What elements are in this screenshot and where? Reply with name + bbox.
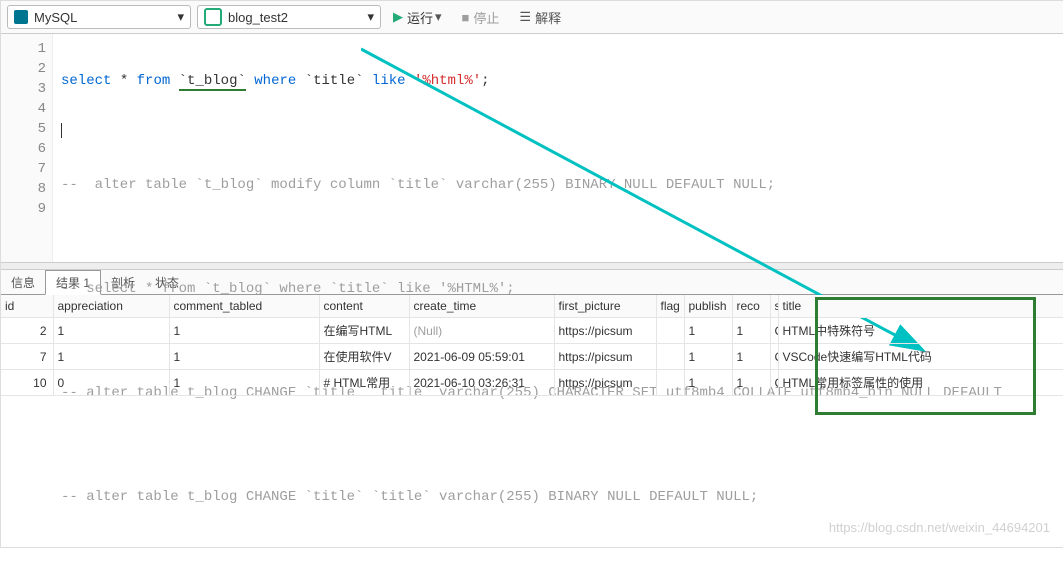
- cell[interactable]: 1: [169, 344, 319, 370]
- line-gutter: 1 2 3 4 5 6 7 8 9: [1, 34, 53, 262]
- code-line: -- alter table `t_blog` modify column `t…: [61, 175, 1063, 195]
- cell[interactable]: 1: [53, 344, 169, 370]
- line-number: 8: [1, 179, 46, 199]
- engine-select[interactable]: MySQL ▾: [7, 5, 191, 29]
- stop-label: 停止: [473, 8, 499, 27]
- explain-button[interactable]: ☰ 解释: [513, 6, 567, 28]
- cell[interactable]: 1: [684, 370, 732, 396]
- cell-null[interactable]: (Null): [409, 318, 554, 344]
- cell[interactable]: 1: [684, 344, 732, 370]
- code-line: -- alter table t_blog CHANGE `title` `ti…: [61, 487, 1063, 507]
- cell[interactable]: 2021-06-10 03:26:31: [409, 370, 554, 396]
- cell[interactable]: 1: [169, 370, 319, 396]
- cell[interactable]: 1: [169, 318, 319, 344]
- code-line: [61, 435, 1063, 455]
- chevron-down-icon: ▾: [435, 9, 442, 25]
- cell[interactable]: C: [770, 318, 778, 344]
- cell[interactable]: [656, 318, 684, 344]
- table-row[interactable]: 7 1 1 在使用软件V 2021-06-09 05:59:01 https:/…: [1, 344, 1063, 370]
- cell[interactable]: C: [770, 370, 778, 396]
- cell[interactable]: 1: [53, 318, 169, 344]
- line-number: 2: [1, 59, 46, 79]
- code-editor[interactable]: select * from `t_blog` where `title` lik…: [53, 34, 1063, 262]
- code-line: [61, 123, 1063, 143]
- header-row: id appreciation comment_tabled content c…: [1, 295, 1063, 318]
- table-row[interactable]: 2 1 1 在编写HTML (Null) https://picsum 1 1 …: [1, 318, 1063, 344]
- toolbar: MySQL ▾ blog_test2 ▾ ▶ 运行 ▾ ■ 停止 ☰ 解释: [1, 1, 1063, 34]
- cell-title[interactable]: HTML中特殊符号: [778, 318, 1063, 344]
- cell[interactable]: 1: [732, 318, 770, 344]
- cell[interactable]: https://picsum: [554, 344, 656, 370]
- line-number: 7: [1, 159, 46, 179]
- result-grid[interactable]: id appreciation comment_tabled content c…: [1, 295, 1063, 396]
- cell-id[interactable]: 7: [1, 344, 53, 370]
- engine-label: MySQL: [34, 10, 77, 25]
- col-content[interactable]: content: [319, 295, 409, 318]
- line-number: 1: [1, 39, 46, 59]
- chevron-down-icon: ▾: [177, 9, 184, 25]
- cell[interactable]: [656, 344, 684, 370]
- mysql-icon: [14, 10, 28, 24]
- editor-pane: 1 2 3 4 5 6 7 8 9 select * from `t_blog`…: [1, 34, 1063, 262]
- cell[interactable]: 1: [732, 344, 770, 370]
- col-publish[interactable]: publish: [684, 295, 732, 318]
- cell[interactable]: 0: [53, 370, 169, 396]
- run-button[interactable]: ▶ 运行 ▾: [387, 6, 448, 28]
- explain-icon: ☰: [519, 9, 531, 25]
- cell-title[interactable]: HTML常用标签属性的使用: [778, 370, 1063, 396]
- line-number: 6: [1, 139, 46, 159]
- col-create-time[interactable]: create_time: [409, 295, 554, 318]
- cell[interactable]: 在使用软件V: [319, 344, 409, 370]
- table-row[interactable]: 10 0 1 # HTML常用 2021-06-10 03:26:31 http…: [1, 370, 1063, 396]
- code-line: [61, 227, 1063, 247]
- result-grid-wrap: id appreciation comment_tabled content c…: [1, 295, 1063, 396]
- col-reco[interactable]: reco: [732, 295, 770, 318]
- database-select[interactable]: blog_test2 ▾: [197, 5, 381, 29]
- cell[interactable]: C: [770, 344, 778, 370]
- chevron-down-icon: ▾: [367, 9, 374, 25]
- cell[interactable]: # HTML常用: [319, 370, 409, 396]
- col-appreciation[interactable]: appreciation: [53, 295, 169, 318]
- stop-icon: ■: [462, 10, 470, 25]
- tab-info[interactable]: 信息: [1, 271, 45, 294]
- play-icon: ▶: [393, 9, 403, 25]
- cell[interactable]: 1: [684, 318, 732, 344]
- caret-icon: [61, 123, 62, 138]
- cell[interactable]: https://picsum: [554, 370, 656, 396]
- cell-id[interactable]: 2: [1, 318, 53, 344]
- run-label: 运行: [407, 8, 433, 27]
- cell-title[interactable]: VSCode快速编写HTML代码: [778, 344, 1063, 370]
- line-number: 3: [1, 79, 46, 99]
- col-first-picture[interactable]: first_picture: [554, 295, 656, 318]
- cell[interactable]: [656, 370, 684, 396]
- col-title[interactable]: title: [778, 295, 1063, 318]
- database-icon: [204, 8, 222, 26]
- col-id[interactable]: id: [1, 295, 53, 318]
- cell[interactable]: 2021-06-09 05:59:01: [409, 344, 554, 370]
- cell-id[interactable]: 10: [1, 370, 53, 396]
- line-number: 4: [1, 99, 46, 119]
- explain-label: 解释: [535, 8, 561, 27]
- col-comment[interactable]: comment_tabled: [169, 295, 319, 318]
- cell[interactable]: https://picsum: [554, 318, 656, 344]
- code-line: select * from `t_blog` where `title` lik…: [61, 71, 1063, 91]
- cell[interactable]: 在编写HTML: [319, 318, 409, 344]
- database-label: blog_test2: [228, 10, 288, 25]
- cell[interactable]: 1: [732, 370, 770, 396]
- col-ship[interactable]: s: [770, 295, 778, 318]
- line-number: 5: [1, 119, 46, 139]
- col-flag[interactable]: flag: [656, 295, 684, 318]
- line-number: 9: [1, 199, 46, 219]
- stop-button[interactable]: ■ 停止: [456, 6, 506, 28]
